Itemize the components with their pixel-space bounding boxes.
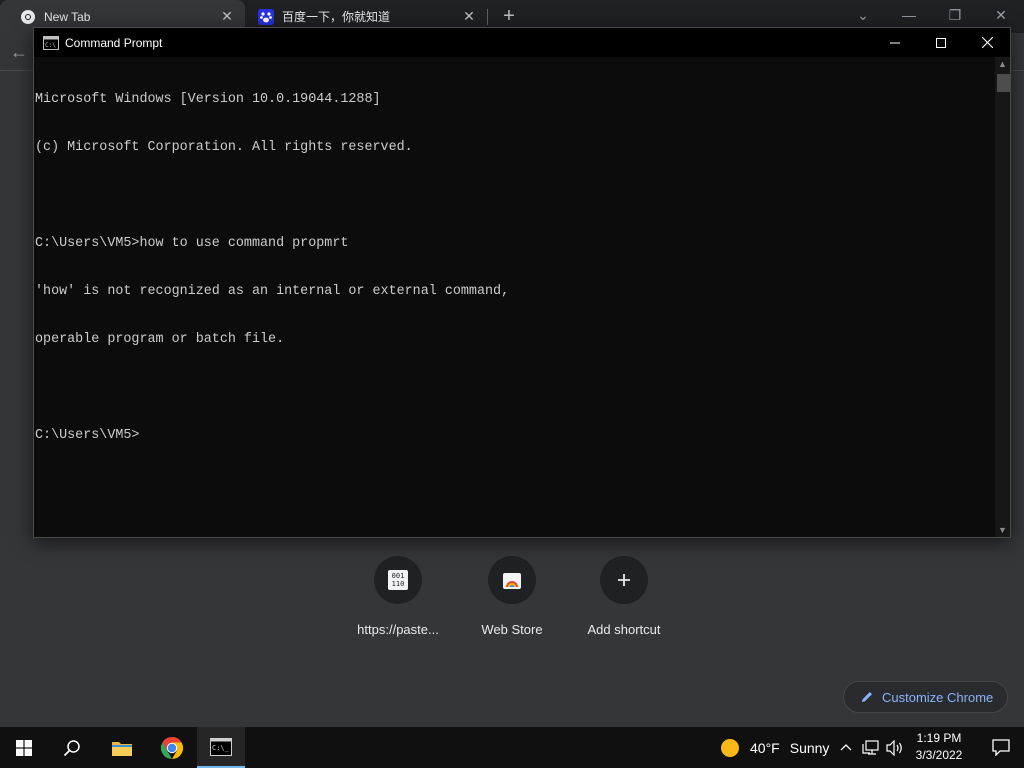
weather-temperature: 40°F [750,739,780,756]
cmd-title-bar[interactable]: C:\ Command Prompt [34,28,1010,57]
baidu-paw-icon [258,8,274,25]
plus-icon [618,574,630,586]
tab-separator [487,9,488,25]
browser-close-button[interactable]: ✕ [988,4,1014,26]
windows-logo-icon [16,739,32,756]
svg-text:C:\: C:\ [45,42,56,49]
cmd-console-output[interactable]: Microsoft Windows [Version 10.0.19044.12… [34,57,994,537]
customize-label: Customize Chrome [882,689,994,705]
shortcut-icon-tile: 001 110 [374,556,422,604]
browser-minimize-button[interactable]: — [896,4,922,26]
svg-text:110: 110 [392,580,405,588]
console-line: operable program or batch file. [35,332,285,347]
chrome-favicon-icon [21,9,35,24]
cmd-terminal-icon: C:\_ [210,737,232,756]
svg-text:001: 001 [392,572,405,580]
cmd-app-icon: C:\ [43,35,59,50]
show-hidden-icons-button[interactable] [840,727,852,768]
cmd-maximize-button[interactable] [918,28,964,57]
scrollbar-thumb[interactable] [997,74,1010,92]
minimize-icon [890,42,900,43]
shortcut-pastebin[interactable]: 001 110 https://paste... [342,556,454,646]
search-icon [63,739,80,756]
clock-date: 3/3/2022 [915,748,963,762]
shortcut-icon-tile [600,556,648,604]
svg-text:C:\_: C:\_ [212,744,230,752]
browser-restore-button[interactable]: ❐ [942,4,968,26]
chrome-logo-icon [160,736,184,759]
maximize-icon [936,37,946,48]
cmd-taskbar-button[interactable]: C:\_ [197,727,245,768]
pencil-icon [862,692,872,702]
console-line: Microsoft Windows [Version 10.0.19044.12… [35,92,381,107]
command-prompt-window[interactable]: C:\ Command Prompt Microsoft Windows [Ve… [33,27,1011,538]
console-line: 'how' is not recognized as an internal o… [35,284,510,299]
chevron-up-icon [840,743,852,750]
network-icon [862,739,879,755]
new-tab-button[interactable]: + [498,5,520,27]
weather-widget[interactable]: 40°F Sunny [720,727,829,768]
scroll-down-arrow-icon[interactable]: ▼ [995,523,1010,537]
console-line: (c) Microsoft Corporation. All rights re… [35,140,413,155]
folder-icon [112,741,132,756]
start-button[interactable] [0,727,48,768]
shortcut-icon-tile [488,556,536,604]
shortcut-add[interactable]: Add shortcut [568,556,680,646]
web-store-icon [503,573,521,589]
shortcut-label: Add shortcut [587,622,661,637]
cmd-close-button[interactable] [964,28,1010,57]
volume-button[interactable] [886,727,904,768]
chrome-taskbar-button[interactable] [148,727,196,768]
windows-taskbar: C:\_ 40°F Sunny 1:19 PM 3/3/2022 [0,727,1024,768]
clock-time: 1:19 PM [916,731,962,745]
speaker-icon [886,739,902,756]
shortcut-web-store[interactable]: Web Store [456,556,568,646]
cmd-window-title: Command Prompt [65,35,163,50]
tab-close-icon[interactable]: ✕ [217,8,237,25]
customize-chrome-button[interactable]: Customize Chrome [843,681,1008,713]
network-button[interactable] [862,727,879,768]
shortcut-label: https://paste... [357,622,439,637]
search-button[interactable] [48,727,96,768]
weather-description: Sunny [789,739,830,756]
back-arrow-icon[interactable]: ← [10,41,32,63]
taskbar-clock[interactable]: 1:19 PM 3/3/2022 [909,730,969,764]
notification-icon [992,739,1010,756]
tab-title: New Tab [44,9,91,24]
tab-search-icon[interactable]: ⌄ [850,4,876,26]
action-center-button[interactable] [978,727,1024,768]
close-icon [981,37,993,48]
pastebin-icon: 001 110 [388,570,408,590]
tab-title: 百度一下，你就知道 [282,10,391,24]
shortcut-label: Web Store [481,622,543,637]
tab-close-icon[interactable]: ✕ [459,8,479,25]
cmd-scrollbar[interactable]: ▲ ▼ [995,57,1010,537]
scroll-up-arrow-icon[interactable]: ▲ [995,57,1010,71]
file-explorer-button[interactable] [98,727,146,768]
sun-icon [721,738,739,757]
console-line: C:\Users\VM5>how to use command propmrt [35,236,349,251]
cmd-minimize-button[interactable] [872,28,918,57]
console-prompt-line[interactable]: C:\Users\VM5> [35,428,994,444]
